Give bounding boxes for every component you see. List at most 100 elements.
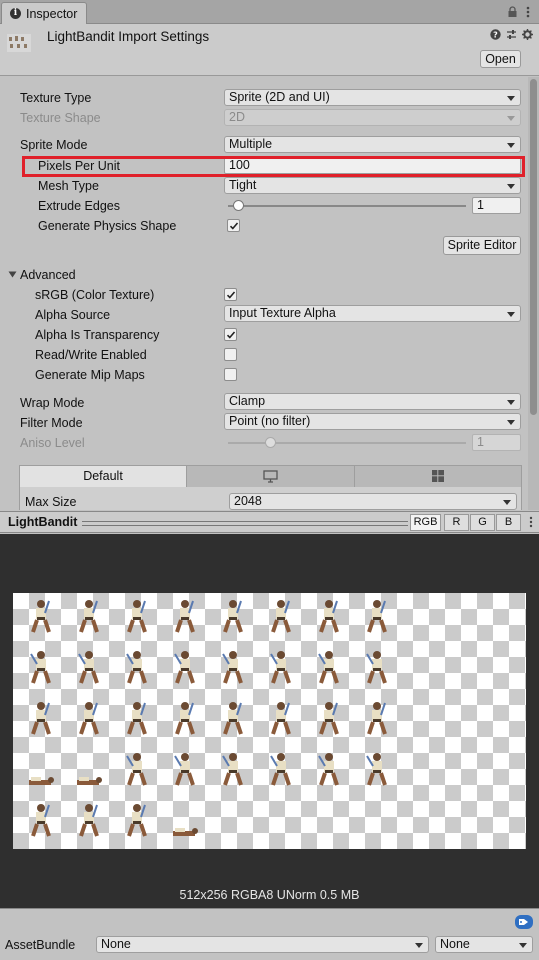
chevron-down-icon — [415, 943, 423, 948]
sprite-sheet-image — [13, 593, 526, 849]
sprite-frame — [175, 600, 195, 633]
highlight-box — [22, 156, 525, 177]
generate-mip-maps-checkbox[interactable] — [224, 368, 237, 381]
import-settings-panel: Texture Type Sprite (2D and UI) Texture … — [0, 77, 528, 510]
preset-icon[interactable] — [506, 29, 517, 40]
chevron-down-icon — [507, 312, 515, 317]
scrollbar-thumb[interactable] — [530, 79, 537, 415]
chevron-down-icon — [507, 96, 515, 101]
sprite-frame — [366, 753, 387, 786]
sprite-frame — [223, 702, 243, 735]
extrude-edges-slider-knob[interactable] — [233, 200, 244, 211]
generate-physics-shape-label: Generate Physics Shape — [38, 219, 177, 233]
asset-bundle-name-dropdown[interactable]: None — [96, 936, 429, 953]
alpha-is-transparency-checkbox[interactable] — [224, 328, 237, 341]
srgb-checkbox[interactable] — [224, 288, 237, 301]
inspector-header: LightBandit Import Settings ? Open — [0, 24, 539, 76]
sprite-frame — [367, 702, 387, 735]
tab-windows[interactable] — [355, 466, 521, 487]
texture-shape-label: Texture Shape — [20, 111, 101, 125]
checkmark-icon — [226, 331, 236, 339]
sprite-frame — [174, 651, 195, 684]
foldout-arrow-icon[interactable] — [8, 270, 17, 279]
sprite-editor-button[interactable]: Sprite Editor — [443, 236, 521, 255]
channel-b-button[interactable]: B — [496, 514, 521, 531]
sprite-frame — [174, 753, 195, 786]
svg-text:?: ? — [493, 31, 498, 40]
sprite-frame — [222, 651, 243, 684]
sprite-frame — [127, 702, 147, 735]
channel-g-button[interactable]: G — [470, 514, 495, 531]
sprite-frame — [79, 702, 99, 735]
help-icon[interactable]: ? — [490, 29, 501, 40]
preview-header: LightBandit RGB R G B — [0, 511, 539, 533]
extrude-edges-label: Extrude Edges — [38, 199, 120, 213]
aniso-level-label: Aniso Level — [20, 436, 85, 450]
extrude-edges-slider-track[interactable] — [228, 205, 466, 207]
wrap-mode-dropdown[interactable]: Clamp — [224, 393, 521, 410]
asset-title: LightBandit Import Settings — [47, 29, 210, 44]
platform-settings-body: Max Size 2048 — [19, 487, 522, 510]
info-icon: i — [10, 8, 21, 19]
asset-bundle-variant-dropdown[interactable]: None — [435, 936, 533, 953]
inspector-tab-label: Inspector — [26, 7, 78, 21]
sprite-frame — [127, 600, 147, 633]
label-tag-icon[interactable] — [515, 915, 533, 929]
generate-physics-shape-checkbox[interactable] — [227, 219, 240, 232]
channel-rgb-button[interactable]: RGB — [410, 514, 441, 531]
open-button[interactable]: Open — [480, 50, 521, 68]
texture-type-label: Texture Type — [20, 91, 92, 105]
sprite-frame — [31, 804, 51, 837]
texture-shape-dropdown: 2D — [224, 109, 521, 126]
alpha-source-dropdown[interactable]: Input Texture Alpha — [224, 305, 521, 322]
texture-asset-icon — [7, 34, 31, 52]
alpha-is-transparency-label: Alpha Is Transparency — [35, 328, 160, 342]
chevron-down-icon — [507, 400, 515, 405]
sprite-frame — [175, 702, 195, 735]
sprite-mode-dropdown[interactable]: Multiple — [224, 136, 521, 153]
sprite-frame — [318, 753, 339, 786]
chevron-down-icon — [503, 500, 511, 505]
asset-bundle-bar: AssetBundle None None — [0, 908, 539, 960]
preview-title: LightBandit — [8, 515, 78, 529]
sprite-frame — [271, 600, 291, 633]
sprite-frame — [30, 651, 51, 684]
sprite-frame — [29, 777, 54, 785]
sprite-frame — [367, 600, 387, 633]
inspector-scrollbar[interactable] — [528, 77, 539, 510]
filter-mode-dropdown[interactable]: Point (no filter) — [224, 413, 521, 430]
settings-gear-icon[interactable] — [522, 29, 533, 40]
alpha-source-label: Alpha Source — [35, 308, 111, 322]
mesh-type-dropdown[interactable]: Tight — [224, 177, 521, 194]
sprite-frame — [271, 702, 291, 735]
read-write-checkbox[interactable] — [224, 348, 237, 361]
sprite-frame — [77, 777, 102, 785]
max-size-dropdown[interactable]: 2048 — [229, 493, 517, 510]
sprite-frame — [31, 702, 51, 735]
asset-bundle-label: AssetBundle — [5, 938, 76, 952]
window-tab-bar: i Inspector — [0, 0, 539, 24]
chevron-down-icon — [507, 184, 515, 189]
tab-default[interactable]: Default — [20, 466, 187, 487]
texture-type-dropdown[interactable]: Sprite (2D and UI) — [224, 89, 521, 106]
platform-tabs: Default — [19, 465, 522, 488]
monitor-icon — [263, 470, 278, 483]
checkmark-icon — [226, 291, 236, 299]
advanced-foldout-label[interactable]: Advanced — [20, 267, 76, 283]
extrude-edges-field[interactable]: 1 — [472, 197, 521, 214]
srgb-label: sRGB (Color Texture) — [35, 288, 155, 302]
sprite-frame — [270, 753, 291, 786]
chevron-down-icon — [507, 143, 515, 148]
sprite-frame — [270, 651, 291, 684]
tab-standalone[interactable] — [187, 466, 355, 487]
inspector-tab[interactable]: i Inspector — [1, 2, 87, 24]
sprite-frame — [318, 651, 339, 684]
chevron-down-icon — [507, 420, 515, 425]
channel-r-button[interactable]: R — [444, 514, 469, 531]
aniso-level-field: 1 — [472, 434, 521, 451]
preview-menu-icon[interactable] — [527, 515, 535, 529]
lock-icon[interactable] — [508, 6, 517, 17]
texture-preview: 512x256 RGBA8 UNorm 0.5 MB — [0, 534, 539, 908]
more-menu-icon[interactable] — [523, 5, 533, 19]
drag-grip[interactable] — [82, 521, 408, 526]
